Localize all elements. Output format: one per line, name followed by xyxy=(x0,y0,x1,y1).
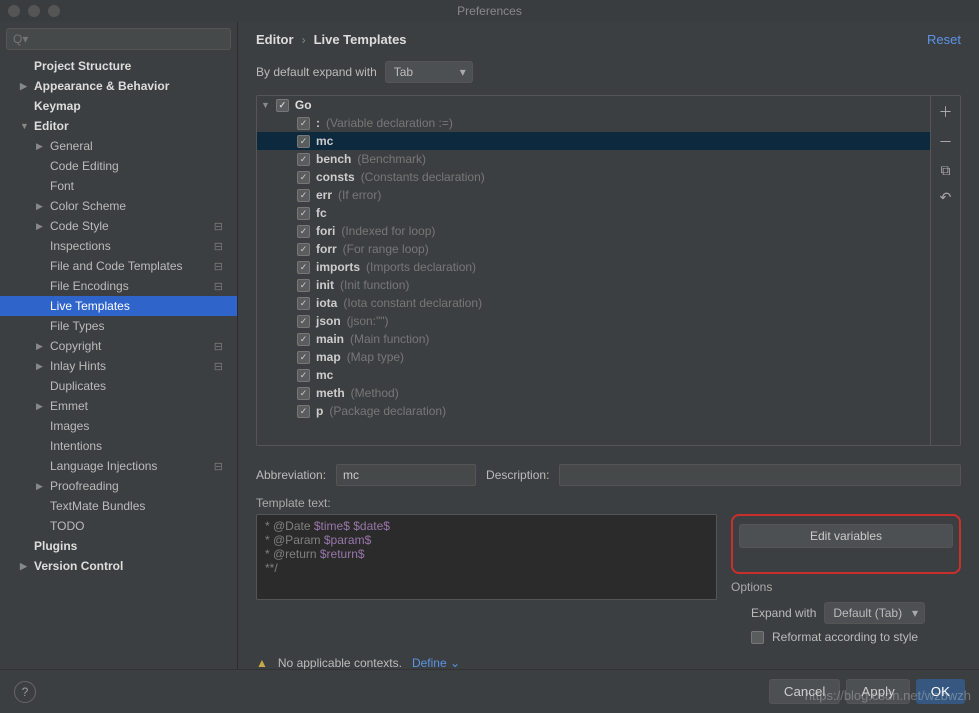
ok-button[interactable]: OK xyxy=(916,679,965,704)
options-title: Options xyxy=(731,580,961,594)
sidebar-item-keymap[interactable]: Keymap xyxy=(0,96,237,116)
max-dot[interactable] xyxy=(48,5,60,17)
edit-variables-highlight: Edit variables xyxy=(731,514,961,574)
template-item-forr[interactable]: ✓ forr (For range loop) xyxy=(257,240,930,258)
template-group-go[interactable]: ▼ ✓ Go xyxy=(257,96,930,114)
sidebar-item-general[interactable]: ▶General xyxy=(0,136,237,156)
templates-area: ▼ ✓ Go✓ : (Variable declaration :=)✓ mc … xyxy=(256,95,961,446)
chevron-right-icon: › xyxy=(302,33,306,47)
define-link[interactable]: Define ⌄ xyxy=(412,656,460,670)
breadcrumb-leaf: Live Templates xyxy=(314,32,407,47)
sidebar-item-file-types[interactable]: File Types xyxy=(0,316,237,336)
template-item-mc[interactable]: ✓ mc xyxy=(257,132,930,150)
sidebar-item-code-editing[interactable]: Code Editing xyxy=(0,156,237,176)
reformat-checkbox[interactable] xyxy=(751,631,764,644)
sidebar-item-todo[interactable]: TODO xyxy=(0,516,237,536)
warning-icon: ▲ xyxy=(256,656,268,670)
sidebar-item-proofreading[interactable]: ▶Proofreading xyxy=(0,476,237,496)
template-item-meth[interactable]: ✓ meth (Method) xyxy=(257,384,930,402)
min-dot[interactable] xyxy=(28,5,40,17)
expand-with-label: Expand with xyxy=(751,606,816,620)
remove-icon[interactable]: － xyxy=(939,132,953,152)
templates-toolbar: ＋ － ⧉ ↶ xyxy=(930,96,960,445)
abbrev-input[interactable] xyxy=(336,464,476,486)
desc-input[interactable] xyxy=(559,464,961,486)
template-item-p[interactable]: ✓ p (Package declaration) xyxy=(257,402,930,420)
template-item-fc[interactable]: ✓ fc xyxy=(257,204,930,222)
sidebar-item-intentions[interactable]: Intentions xyxy=(0,436,237,456)
template-item-err[interactable]: ✓ err (If error) xyxy=(257,186,930,204)
expand-label: By default expand with xyxy=(256,65,377,79)
sidebar-item-images[interactable]: Images xyxy=(0,416,237,436)
close-dot[interactable] xyxy=(8,5,20,17)
templates-list[interactable]: ▼ ✓ Go✓ : (Variable declaration :=)✓ mc … xyxy=(257,96,930,445)
help-button[interactable]: ? xyxy=(14,681,36,703)
template-item-iota[interactable]: ✓ iota (Iota constant declaration) xyxy=(257,294,930,312)
sidebar: Project Structure▶Appearance & BehaviorK… xyxy=(0,22,238,670)
edit-variables-button[interactable]: Edit variables xyxy=(739,524,953,548)
sidebar-item-project-structure[interactable]: Project Structure xyxy=(0,56,237,76)
sidebar-item-language-injections[interactable]: Language Injections⊟ xyxy=(0,456,237,476)
sidebar-item-file-and-code-templates[interactable]: File and Code Templates⊟ xyxy=(0,256,237,276)
template-item-map[interactable]: ✓ map (Map type) xyxy=(257,348,930,366)
settings-tree: Project Structure▶Appearance & BehaviorK… xyxy=(0,56,237,670)
main-panel: Editor › Live Templates Reset By default… xyxy=(238,22,979,670)
template-item-consts[interactable]: ✓ consts (Constants declaration) xyxy=(257,168,930,186)
template-item-main[interactable]: ✓ main (Main function) xyxy=(257,330,930,348)
no-context-text: No applicable contexts. xyxy=(278,656,402,670)
template-item-bench[interactable]: ✓ bench (Benchmark) xyxy=(257,150,930,168)
template-item-imports[interactable]: ✓ imports (Imports declaration) xyxy=(257,258,930,276)
abbrev-label: Abbreviation: xyxy=(256,468,326,482)
sidebar-item-inlay-hints[interactable]: ▶Inlay Hints⊟ xyxy=(0,356,237,376)
sidebar-item-live-templates[interactable]: Live Templates xyxy=(0,296,237,316)
cancel-button[interactable]: Cancel xyxy=(769,679,841,704)
template-item-init[interactable]: ✓ init (Init function) xyxy=(257,276,930,294)
sidebar-item-inspections[interactable]: Inspections⊟ xyxy=(0,236,237,256)
undo-icon[interactable]: ↶ xyxy=(940,189,952,206)
template-editor[interactable]: * @Date $time$ $date$ * @Param $param$ *… xyxy=(256,514,717,600)
reset-link[interactable]: Reset xyxy=(927,32,961,47)
search-input[interactable] xyxy=(6,28,231,50)
titlebar: Preferences xyxy=(0,0,979,22)
template-item-fori[interactable]: ✓ fori (Indexed for loop) xyxy=(257,222,930,240)
apply-button[interactable]: Apply xyxy=(846,679,909,704)
traffic-lights xyxy=(8,5,60,17)
template-text-label: Template text: xyxy=(256,496,961,510)
sidebar-item-editor[interactable]: ▼Editor xyxy=(0,116,237,136)
desc-label: Description: xyxy=(486,468,549,482)
sidebar-item-copyright[interactable]: ▶Copyright⊟ xyxy=(0,336,237,356)
template-item--[interactable]: ✓ : (Variable declaration :=) xyxy=(257,114,930,132)
sidebar-item-color-scheme[interactable]: ▶Color Scheme xyxy=(0,196,237,216)
copy-icon[interactable]: ⧉ xyxy=(941,162,951,179)
add-icon[interactable]: ＋ xyxy=(939,102,953,122)
sidebar-item-duplicates[interactable]: Duplicates xyxy=(0,376,237,396)
sidebar-item-emmet[interactable]: ▶Emmet xyxy=(0,396,237,416)
sidebar-item-version-control[interactable]: ▶Version Control xyxy=(0,556,237,576)
sidebar-item-file-encodings[interactable]: File Encodings⊟ xyxy=(0,276,237,296)
sidebar-item-font[interactable]: Font xyxy=(0,176,237,196)
expand-select[interactable]: Tab xyxy=(385,61,473,83)
template-item-json[interactable]: ✓ json (json:"") xyxy=(257,312,930,330)
expand-with-select[interactable]: Default (Tab) xyxy=(824,602,925,624)
dialog-footer: ? Cancel Apply OK xyxy=(0,669,979,713)
template-item-mc[interactable]: ✓ mc xyxy=(257,366,930,384)
sidebar-item-appearance-behavior[interactable]: ▶Appearance & Behavior xyxy=(0,76,237,96)
sidebar-item-plugins[interactable]: Plugins xyxy=(0,536,237,556)
sidebar-item-code-style[interactable]: ▶Code Style⊟ xyxy=(0,216,237,236)
window-title: Preferences xyxy=(457,4,522,18)
sidebar-item-textmate-bundles[interactable]: TextMate Bundles xyxy=(0,496,237,516)
breadcrumb-root[interactable]: Editor xyxy=(256,32,294,47)
reformat-label: Reformat according to style xyxy=(772,630,918,644)
